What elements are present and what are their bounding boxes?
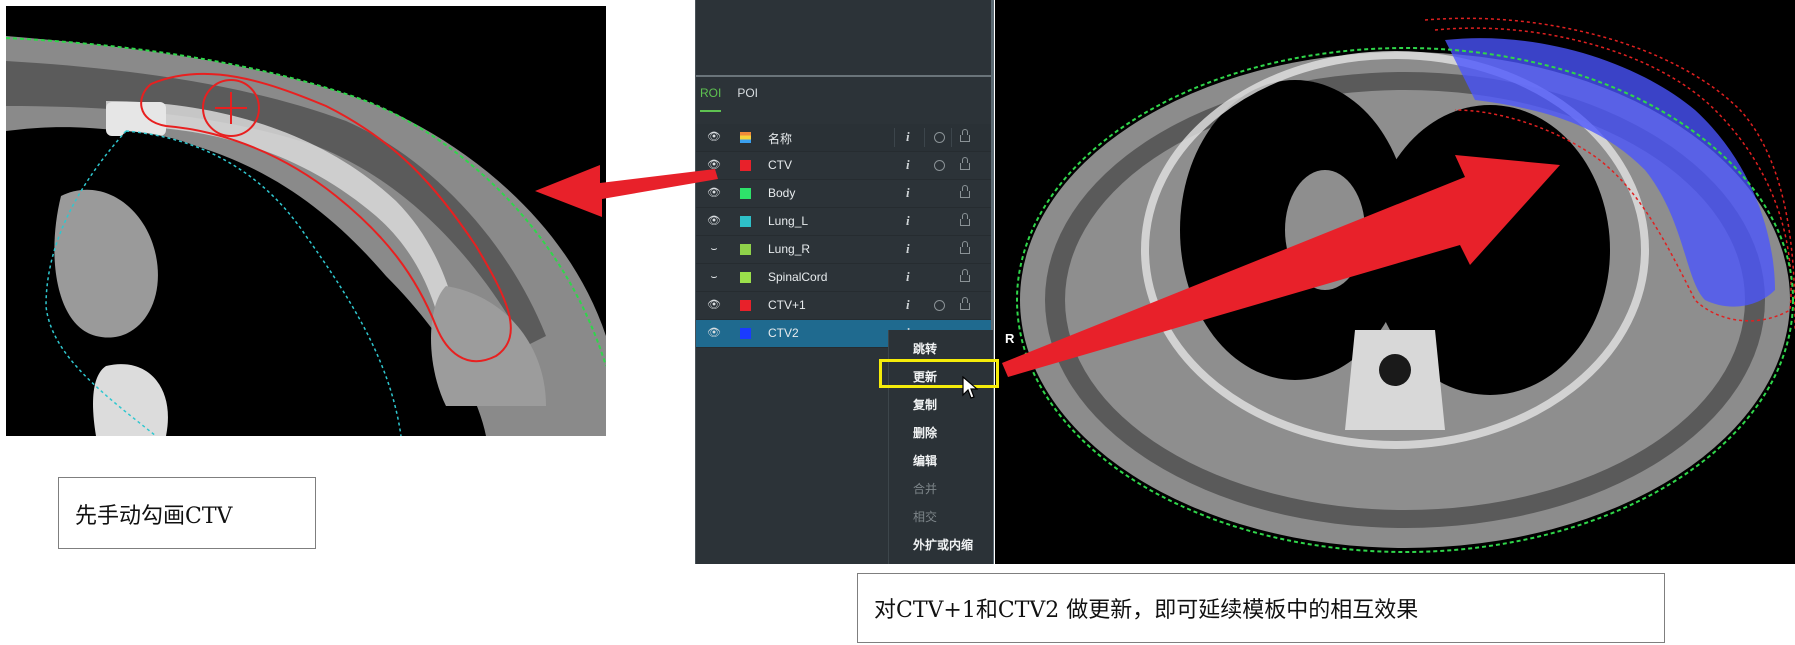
panel-toolbar-area <box>696 0 991 77</box>
roi-name: CTV <box>768 158 792 172</box>
eye-icon[interactable]: 👁 <box>706 299 722 311</box>
tab-poi[interactable]: POI <box>737 86 758 112</box>
info-icon[interactable]: i <box>906 269 910 285</box>
info-icon[interactable]: i <box>906 241 910 257</box>
lock-icon <box>960 129 970 142</box>
color-swatch[interactable] <box>740 328 751 339</box>
roi-row-ctv[interactable]: 👁 CTV i <box>696 152 991 180</box>
roi-name: Body <box>768 186 796 200</box>
lock-icon[interactable] <box>960 185 970 198</box>
column-name-header: 名称 <box>768 132 793 146</box>
highlight-box <box>879 359 999 388</box>
caption-left: 先手动勾画CTV <box>58 477 316 549</box>
roi-name: CTV2 <box>768 326 799 340</box>
target-icon[interactable] <box>934 160 945 171</box>
arrow-left-icon <box>535 165 718 217</box>
lock-icon[interactable] <box>960 157 970 170</box>
menu-item-delete[interactable]: 删除 <box>913 424 937 441</box>
color-swatch[interactable] <box>740 216 751 227</box>
roi-row-body[interactable]: 👁 Body i <box>696 180 991 208</box>
caption-right: 对CTV+1和CTV2 做更新，即可延续模板中的相互效果 <box>857 573 1665 643</box>
menu-item-expand-contract[interactable]: 外扩或内缩 <box>913 536 973 553</box>
eye-icon[interactable]: 👁 <box>706 131 722 143</box>
roi-row-lung-l[interactable]: 👁 Lung_L i <box>696 208 991 236</box>
color-swatch[interactable] <box>740 188 751 199</box>
eye-closed-icon[interactable]: ⌣ <box>706 243 722 255</box>
target-icon <box>934 132 945 143</box>
ct-image-left <box>6 6 606 436</box>
info-icon[interactable]: i <box>906 297 910 313</box>
tab-roi[interactable]: ROI <box>700 86 722 112</box>
palette-icon <box>740 132 751 143</box>
roi-name: SpinalCord <box>768 270 828 284</box>
menu-item-copy[interactable]: 复制 <box>913 396 937 413</box>
roi-name: Lung_R <box>768 242 811 256</box>
color-swatch[interactable] <box>740 272 751 283</box>
info-icon[interactable]: i <box>906 213 910 229</box>
lock-icon[interactable] <box>960 269 970 282</box>
info-icon[interactable]: i <box>906 157 910 173</box>
menu-item-merge: 合并 <box>913 482 938 496</box>
panel-tabs: ROI POI <box>700 86 758 112</box>
eye-closed-icon[interactable]: ⌣ <box>706 271 722 283</box>
arrow-right-icon <box>1002 155 1560 377</box>
color-swatch[interactable] <box>740 244 751 255</box>
menu-item-jump[interactable]: 跳转 <box>913 340 937 357</box>
roi-row-lung-r[interactable]: ⌣ Lung_R i <box>696 236 991 264</box>
target-icon[interactable] <box>934 300 945 311</box>
roi-row-spinalcord[interactable]: ⌣ SpinalCord i <box>696 264 991 292</box>
menu-item-edit[interactable]: 编辑 <box>913 452 937 469</box>
color-swatch[interactable] <box>740 160 751 171</box>
info-icon: i <box>906 129 910 144</box>
color-swatch[interactable] <box>740 300 751 311</box>
roi-table-header: 👁 名称 i <box>696 124 991 152</box>
eye-icon[interactable]: 👁 <box>706 327 722 339</box>
roi-name: Lung_L <box>768 214 809 228</box>
roi-table: 👁 名称 i 👁 CTV i 👁 Body i 👁 Lung_L i ⌣ Lun… <box>696 124 991 348</box>
mouse-cursor-icon <box>962 376 978 399</box>
roi-row-ctv-plus-1[interactable]: 👁 CTV+1 i <box>696 292 991 320</box>
lock-icon[interactable] <box>960 241 970 254</box>
roi-name: CTV+1 <box>768 298 806 312</box>
info-icon[interactable]: i <box>906 185 910 201</box>
menu-item-intersect: 相交 <box>913 510 938 524</box>
lock-icon[interactable] <box>960 213 970 226</box>
lock-icon[interactable] <box>960 297 970 310</box>
